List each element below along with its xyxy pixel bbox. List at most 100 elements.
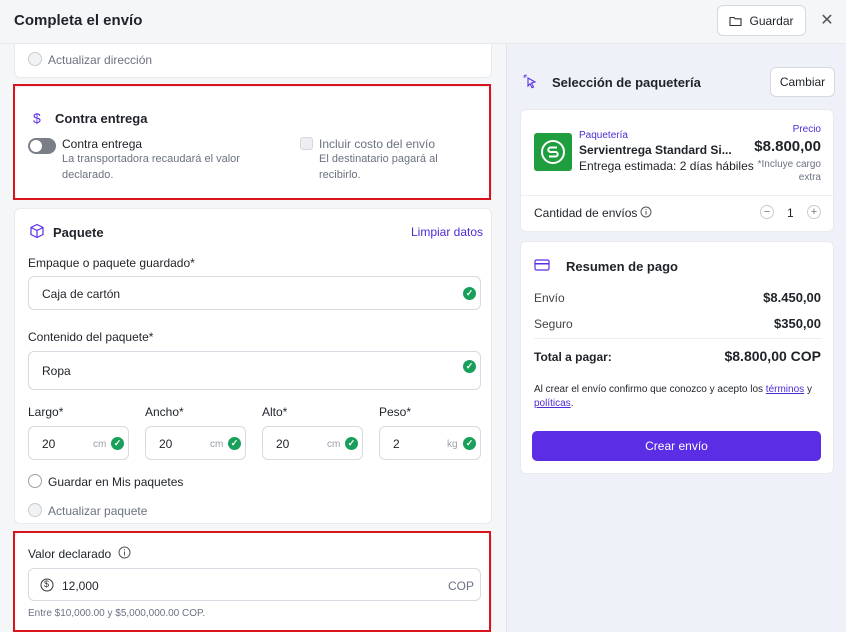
carrier-name: Servientrega Standard Si... bbox=[579, 143, 732, 157]
carrier-tag: Paquetería bbox=[579, 130, 628, 141]
width-unit: cm bbox=[210, 439, 224, 450]
page-title: Completa el envío bbox=[14, 12, 143, 29]
quantity-plus-button[interactable]: + bbox=[807, 205, 821, 219]
svg-text:$: $ bbox=[33, 110, 41, 126]
contents-input[interactable]: Ropa ✓ bbox=[28, 351, 481, 390]
valid-check-icon: ✓ bbox=[463, 360, 476, 373]
servientrega-logo-icon bbox=[541, 140, 565, 164]
insurance-label: Seguro bbox=[534, 317, 573, 331]
carrier-section-title: Selección de paquetería bbox=[552, 75, 701, 90]
packaging-value: Caja de cartón bbox=[42, 287, 121, 301]
width-label: Ancho* bbox=[145, 405, 184, 419]
policies-link[interactable]: políticas bbox=[534, 398, 571, 409]
valid-check-icon: ✓ bbox=[111, 437, 124, 450]
valid-check-icon: ✓ bbox=[228, 437, 241, 450]
declared-value-input[interactable]: $ 12,000 COP bbox=[28, 568, 481, 601]
price-note: *Incluye cargo extra bbox=[757, 159, 821, 183]
height-unit: cm bbox=[327, 439, 341, 450]
height-label: Alto* bbox=[262, 405, 288, 419]
close-icon[interactable]: ✕ bbox=[818, 10, 836, 30]
shipping-value: $8.450,00 bbox=[763, 290, 821, 305]
price-label: Precio bbox=[792, 124, 821, 135]
cod-toggle[interactable] bbox=[28, 138, 56, 154]
contents-label: Contenido del paquete* bbox=[28, 330, 154, 344]
cod-toggle-description: La transportadora recaudará el valor dec… bbox=[62, 153, 240, 181]
valid-check-icon: ✓ bbox=[463, 437, 476, 450]
carrier-price: $8.800,00 bbox=[754, 138, 821, 155]
width-input[interactable]: 20 cm ✓ bbox=[145, 426, 246, 460]
valid-check-icon: ✓ bbox=[463, 287, 476, 300]
address-card: Actualizar dirección bbox=[14, 44, 492, 78]
height-input[interactable]: 20 cm ✓ bbox=[262, 426, 363, 460]
cod-title: Contra entrega bbox=[55, 111, 148, 126]
quantity-minus-button[interactable]: − bbox=[760, 205, 774, 219]
include-cost-label: Incluir costo del envío bbox=[319, 137, 436, 151]
terms-and: y bbox=[806, 384, 812, 395]
weight-label: Peso* bbox=[379, 405, 412, 419]
divider bbox=[521, 195, 833, 196]
declared-value-hint: Entre $10,000.00 y $5,000,000.00 COP. bbox=[28, 608, 206, 619]
valid-check-icon: ✓ bbox=[345, 437, 358, 450]
change-carrier-button[interactable]: Cambiar bbox=[770, 67, 835, 97]
terms-prefix: Al crear el envío confirmo que conozco y… bbox=[534, 384, 764, 395]
declared-value-card: Valor declarado $ 12,000 COP Entre $10,0… bbox=[14, 532, 492, 632]
save-package-radio[interactable] bbox=[28, 474, 42, 488]
update-address-label: Actualizar dirección bbox=[48, 53, 153, 67]
quantity-value: 1 bbox=[787, 206, 794, 220]
quantity-label: Cantidad de envíos bbox=[534, 206, 638, 220]
shipping-label: Envío bbox=[534, 291, 565, 305]
carrier-panel: Selección de paquetería Cambiar Paqueter… bbox=[506, 44, 846, 632]
update-package-radio[interactable] bbox=[28, 503, 42, 517]
width-value: 20 bbox=[159, 437, 173, 451]
contents-value: Ropa bbox=[42, 364, 71, 378]
header-bar: Completa el envío Guardar ✕ bbox=[0, 0, 846, 44]
include-cost-description: El destinatario pagará al recibirlo. bbox=[319, 153, 438, 181]
save-button-label: Guardar bbox=[749, 13, 794, 28]
credit-card-icon bbox=[534, 259, 550, 271]
info-icon[interactable] bbox=[118, 546, 131, 559]
weight-value: 2 bbox=[393, 437, 400, 451]
create-shipment-label: Crear envío bbox=[645, 439, 708, 453]
divider bbox=[534, 338, 822, 339]
terms-link[interactable]: términos bbox=[766, 384, 804, 395]
summary-title: Resumen de pago bbox=[566, 259, 678, 274]
update-address-radio[interactable] bbox=[28, 52, 42, 66]
length-value: 20 bbox=[42, 437, 56, 451]
declared-value-title: Valor declarado bbox=[28, 547, 112, 561]
cube-icon bbox=[30, 223, 44, 239]
total-value: $8.800,00 COP bbox=[724, 348, 821, 364]
info-icon[interactable] bbox=[640, 206, 652, 218]
package-card: Paquete Limpiar datos Empaque o paquete … bbox=[14, 208, 492, 524]
carrier-logo bbox=[534, 133, 572, 171]
weight-input[interactable]: 2 kg ✓ bbox=[379, 426, 481, 460]
length-input[interactable]: 20 cm ✓ bbox=[28, 426, 129, 460]
update-package-label: Actualizar paquete bbox=[48, 504, 148, 518]
height-value: 20 bbox=[276, 437, 290, 451]
cursor-click-icon bbox=[523, 74, 537, 89]
insurance-value: $350,00 bbox=[774, 316, 821, 331]
packaging-select[interactable]: Caja de cartón ✓ bbox=[28, 276, 481, 310]
cod-card: $ Contra entrega Contra entrega La trans… bbox=[14, 86, 492, 200]
save-button[interactable]: Guardar bbox=[717, 5, 806, 36]
cod-toggle-label: Contra entrega bbox=[62, 137, 143, 151]
total-label: Total a pagar: bbox=[534, 350, 612, 364]
save-package-label: Guardar en Mis paquetes bbox=[48, 475, 184, 489]
create-shipment-button[interactable]: Crear envío bbox=[532, 431, 821, 461]
weight-unit: kg bbox=[447, 439, 458, 450]
currency-symbol: $ bbox=[44, 579, 50, 589]
length-label: Largo* bbox=[28, 405, 64, 419]
terms-end: . bbox=[570, 398, 574, 409]
package-title: Paquete bbox=[53, 225, 104, 240]
carrier-card: Paquetería Servientrega Standard Si... E… bbox=[520, 109, 834, 232]
dollar-icon: $ bbox=[33, 110, 41, 126]
clear-data-link[interactable]: Limpiar datos bbox=[411, 225, 483, 239]
terms-text: Al crear el envío confirmo que conozco y… bbox=[534, 383, 824, 411]
shipment-form-panel: Actualizar dirección $ Contra entrega Co… bbox=[0, 44, 506, 632]
length-unit: cm bbox=[93, 439, 107, 450]
include-cost-checkbox[interactable] bbox=[300, 137, 313, 150]
carrier-estimate: Entrega estimada: 2 días hábiles bbox=[579, 159, 754, 173]
packaging-label: Empaque o paquete guardado* bbox=[28, 256, 195, 270]
declared-value-value: 12,000 bbox=[62, 579, 99, 593]
folder-icon bbox=[729, 16, 743, 26]
change-carrier-label: Cambiar bbox=[779, 75, 826, 89]
